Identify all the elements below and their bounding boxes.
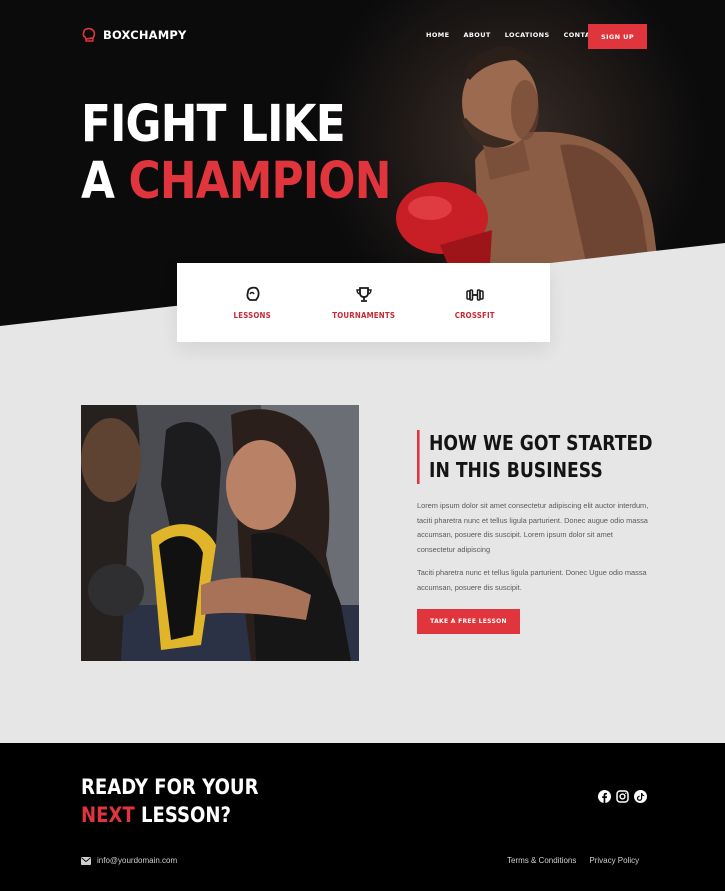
main-nav: HOME ABOUT LOCATIONS CONTACT xyxy=(426,31,600,39)
training-photo xyxy=(81,405,359,661)
dumbbell-icon xyxy=(465,289,484,301)
nav-item-home[interactable]: HOME xyxy=(426,31,449,39)
brand-logo[interactable]: BOXCHAMPY xyxy=(81,27,187,43)
service-label: LESSONS xyxy=(233,311,272,320)
trophy-icon xyxy=(355,287,372,302)
footer-email[interactable]: info@yourdomain.com xyxy=(81,856,177,865)
privacy-link[interactable]: Privacy Policy xyxy=(589,856,639,865)
nav-item-about[interactable]: ABOUT xyxy=(463,31,490,39)
about-paragraph-2: Taciti pharetra nunc et tellus ligula pa… xyxy=(417,568,647,592)
footer-cta-heading: READY FOR YOUR NEXT LESSON? xyxy=(81,773,259,829)
email-text: info@yourdomain.com xyxy=(97,856,178,865)
footer-links: Terms & Conditions Privacy Policy xyxy=(507,856,639,865)
facebook-icon[interactable] xyxy=(598,790,611,803)
tiktok-icon[interactable] xyxy=(634,790,647,803)
services-card: LESSONS TOURNAMENTS CROSSFIT xyxy=(177,263,550,342)
headline-accent: CHAMPION xyxy=(128,152,392,211)
mail-icon xyxy=(81,856,91,865)
brand-name: BOXCHAMPY xyxy=(103,28,187,42)
ready-line1: READY FOR YOUR xyxy=(81,775,259,799)
hero-headline: FIGHT LIKE A CHAMPION xyxy=(81,96,391,210)
service-lessons[interactable]: LESSONS xyxy=(198,285,308,320)
boxing-glove-icon xyxy=(82,27,96,42)
headline-line2-prefix: A xyxy=(81,152,129,211)
about-title: HOW WE GOT STARTED IN THIS BUSINESS xyxy=(417,430,666,484)
terms-link[interactable]: Terms & Conditions xyxy=(507,856,576,865)
service-crossfit[interactable]: CROSSFIT xyxy=(420,285,530,320)
instagram-icon[interactable] xyxy=(616,790,629,803)
service-tournaments[interactable]: TOURNAMENTS xyxy=(309,285,419,320)
about-title-line2: IN THIS BUSINESS xyxy=(429,458,603,482)
service-label: CROSSFIT xyxy=(454,311,495,320)
about-title-line1: HOW WE GOT STARTED xyxy=(429,431,653,455)
signup-button[interactable]: SIGN UP xyxy=(588,24,647,49)
social-links xyxy=(598,790,647,803)
about-paragraph-1: Lorem ipsum dolor sit amet consectetur a… xyxy=(417,501,649,554)
free-lesson-button[interactable]: TAKE A FREE LESSON xyxy=(417,609,520,634)
headline-line1: FIGHT LIKE xyxy=(81,95,346,154)
service-label: TOURNAMENTS xyxy=(332,311,395,320)
boxing-glove-icon xyxy=(246,286,259,301)
nav-item-locations[interactable]: LOCATIONS xyxy=(505,31,550,39)
ready-rest: LESSON? xyxy=(134,803,231,827)
ready-accent: NEXT xyxy=(81,803,135,827)
